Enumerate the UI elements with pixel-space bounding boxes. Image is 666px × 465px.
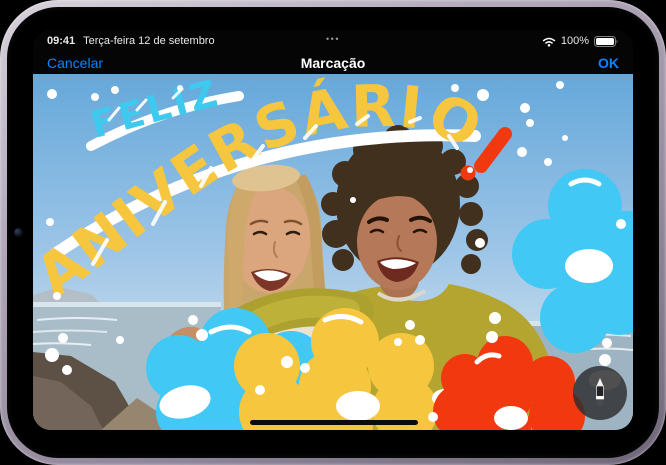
date: Terça-feira 12 de setembro [83,35,214,47]
screen: 09:41 Terça-feira 12 de setembro ••• 100… [33,30,633,430]
front-camera [14,228,23,237]
battery-percent: 100% [561,35,589,47]
ipad-landscape-photo: 09:41 Terça-feira 12 de setembro ••• 100… [0,0,666,465]
battery-icon [594,36,619,47]
wifi-icon [542,36,556,47]
status-left: 09:41 Terça-feira 12 de setembro [47,35,215,47]
clock: 09:41 [47,35,75,47]
page-title: Marcação [301,55,366,71]
markup-canvas[interactable]: ANIVERSÁRIO FELIZ [33,74,633,430]
markup-nav-bar: Cancelar Marcação OK [33,52,633,74]
cancel-button[interactable]: Cancelar [47,55,103,71]
ok-button[interactable]: OK [598,55,619,71]
pencil-icon [590,377,610,409]
status-bar: 09:41 Terça-feira 12 de setembro ••• 100… [33,30,633,52]
pencil-tool-button[interactable] [573,366,627,420]
home-indicator[interactable] [250,420,418,425]
more-options-dots[interactable]: ••• [326,34,340,44]
status-right: 100% [542,35,619,47]
photo-scene: ANIVERSÁRIO FELIZ [33,74,633,430]
